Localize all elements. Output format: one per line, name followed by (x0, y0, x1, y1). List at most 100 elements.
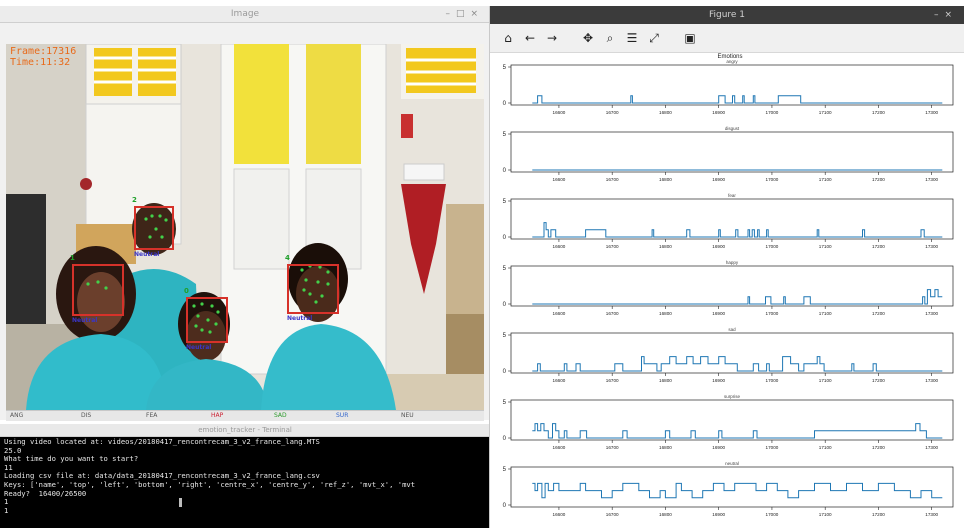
subplot-title: fear (728, 193, 736, 198)
x-tick-label: 17300 (925, 110, 938, 115)
subplot-title: happy (726, 260, 739, 265)
x-tick-label: 17200 (872, 512, 885, 517)
x-tick-label: 17100 (819, 311, 832, 316)
x-tick-label: 16600 (553, 244, 566, 249)
series-line-angry (532, 95, 943, 104)
series-line-fear (532, 222, 943, 238)
x-tick-label: 16900 (712, 244, 725, 249)
subplot: happy 0 5 16600 16700 16800 16900 17000 17100 172… (503, 260, 954, 316)
x-tick-label: 17300 (925, 378, 938, 383)
minimize-icon[interactable]: – (934, 6, 945, 24)
x-tick-label: 17000 (766, 244, 779, 249)
forward-arrow-icon[interactable]: → (544, 29, 560, 47)
series-line-neutral (532, 482, 943, 499)
y-tick-label: 5 (503, 266, 507, 272)
subplot-title: surprise (724, 394, 741, 399)
zoom-icon[interactable]: ⌕ (602, 29, 618, 47)
x-tick-label: 16800 (659, 177, 672, 182)
subplot: fear 0 5 16600 16700 16800 16900 17000 17100 1720… (503, 193, 954, 249)
x-tick-label: 16700 (606, 512, 619, 517)
series-line-sad (532, 356, 943, 372)
face-emotion-label: Neutral (72, 317, 98, 324)
home-icon[interactable]: ⌂ (500, 29, 516, 47)
y-tick-label: 5 (503, 333, 507, 339)
y-tick-label: 5 (503, 467, 507, 473)
trackbar-label: NEU (401, 412, 414, 419)
emotions-chart: Emotions angry0516600 16700 16800 16900 1700… (503, 54, 954, 517)
time-counter: Time:11:32 (10, 57, 71, 68)
x-tick-label: 17200 (872, 311, 885, 316)
window-controls: –× (934, 6, 958, 24)
terminal-titlebar: emotion_tracker - Terminal (0, 424, 490, 437)
face-box (134, 206, 174, 250)
x-tick-label: 17300 (925, 177, 938, 182)
subplot: angry 0 5 16600 16700 16800 16900 17000 17100 172… (503, 59, 954, 115)
axes-frame (510, 332, 954, 374)
face-id-label: 0 (184, 287, 189, 295)
x-tick-label: 17200 (872, 445, 885, 450)
axes-frame (510, 399, 954, 441)
subplot: disgust 0 5 16600 16700 16800 16900 17000 17100 1… (503, 126, 954, 182)
y-tick-label: 0 (503, 235, 507, 241)
x-tick-label: 16800 (659, 244, 672, 249)
x-tick-label: 16600 (553, 311, 566, 316)
subplot-title: angry (726, 59, 738, 64)
x-tick-label: 17300 (925, 512, 938, 517)
x-tick-label: 17000 (766, 378, 779, 383)
terminal-line: Using video located at: videos/20180417_… (4, 438, 320, 446)
terminal-window[interactable]: emotion_tracker - Terminal Using video l… (0, 424, 490, 528)
x-tick-label: 17200 (872, 110, 885, 115)
y-tick-label: 0 (503, 503, 507, 509)
save-icon[interactable]: ▣ (682, 29, 698, 47)
x-tick-label: 16800 (659, 378, 672, 383)
figure-titlebar: Figure 1 –× (490, 6, 964, 24)
close-icon[interactable]: × (944, 6, 958, 24)
subplot-title: neutral (725, 461, 739, 466)
close-icon[interactable]: × (470, 6, 484, 22)
terminal-output[interactable]: Using video located at: videos/20180417_… (4, 438, 486, 528)
maximize-icon[interactable]: □ (456, 6, 471, 22)
x-tick-label: 17200 (872, 177, 885, 182)
edit-axis-icon[interactable]: ⤢ (646, 29, 662, 47)
x-tick-label: 17100 (819, 512, 832, 517)
x-tick-label: 17200 (872, 244, 885, 249)
y-tick-label: 0 (503, 436, 507, 442)
x-tick-label: 16700 (606, 244, 619, 249)
x-tick-label: 16800 (659, 445, 672, 450)
y-tick-label: 5 (503, 65, 507, 71)
face-box (186, 297, 228, 343)
x-tick-label: 17000 (766, 110, 779, 115)
pan-icon[interactable]: ✥ (580, 29, 596, 47)
x-tick-label: 16900 (712, 445, 725, 450)
x-tick-label: 16600 (553, 177, 566, 182)
y-tick-label: 0 (503, 101, 507, 107)
frame-counter: Frame:17316 (10, 46, 77, 57)
x-tick-label: 16700 (606, 445, 619, 450)
terminal-line: 1 (4, 505, 9, 515)
emotion-trackbar[interactable]: ANG DIS FEA HAP SAD SUR NEU (6, 410, 484, 421)
configure-subplots-icon[interactable]: ☰ (624, 29, 640, 47)
series-line-happy (532, 289, 943, 305)
video-window: Image –□× Frame:17316 Time:11:32 2 Neutr… (0, 6, 490, 421)
y-tick-label: 0 (503, 369, 507, 375)
minimize-icon[interactable]: – (445, 6, 456, 22)
subplot-title: disgust (725, 126, 740, 131)
series-line-surprise (532, 423, 943, 439)
x-tick-label: 16700 (606, 378, 619, 383)
back-arrow-icon[interactable]: ← (522, 29, 538, 47)
y-tick-label: 5 (503, 132, 507, 138)
x-tick-label: 17300 (925, 445, 938, 450)
x-tick-label: 16800 (659, 110, 672, 115)
x-tick-label: 16700 (606, 110, 619, 115)
trackbar-label: SUR (336, 412, 349, 419)
y-tick-label: 5 (503, 400, 507, 406)
window-controls: –□× (445, 6, 484, 22)
mouse-cursor-icon (179, 498, 182, 507)
face-emotion-label: Neutral (287, 315, 313, 322)
y-tick-label: 5 (503, 199, 507, 205)
x-tick-label: 17100 (819, 445, 832, 450)
axes-frame (510, 466, 954, 508)
subplot: neutral 0 5 16600 16700 16800 16900 17000 17100 1… (503, 461, 954, 517)
x-tick-label: 17300 (925, 311, 938, 316)
x-tick-label: 16600 (553, 512, 566, 517)
